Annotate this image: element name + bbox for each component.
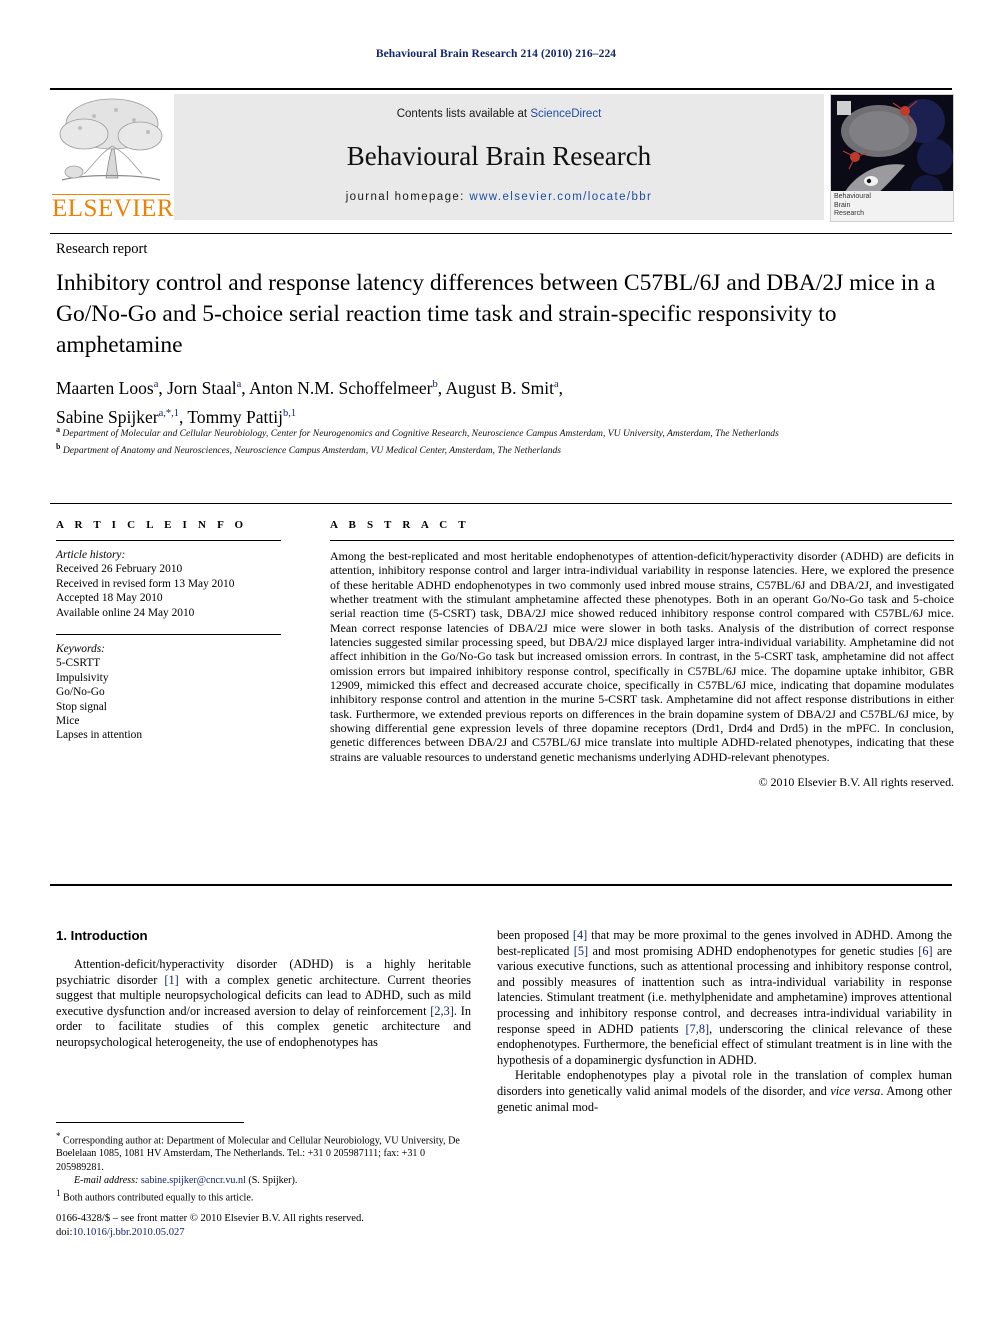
history-item: Received 26 February 2010 [56, 563, 183, 576]
abstract-rule [330, 540, 954, 541]
citation-ref-6[interactable]: [6] [918, 944, 932, 958]
page-title: Inhibitory control and response latency … [56, 270, 936, 358]
affil-mark: a [153, 379, 159, 390]
intro-paragraph-1-cont: been proposed [4] that may be more proxi… [497, 928, 952, 1068]
abstract-text: Among the best-replicated and most herit… [330, 549, 954, 764]
journal-cover-thumbnail: Behavioural Brain Research [830, 94, 954, 222]
cover-caption: Behavioural Brain Research [831, 191, 953, 221]
journal-masthead: ELSEVIER Contents lists available at Sci… [50, 88, 954, 222]
doi-value[interactable]: 10.1016/j.bbr.2010.05.027 [72, 1227, 184, 1238]
footnote-email: E-mail address: sabine.spijker@cncr.vu.n… [56, 1174, 474, 1187]
section-heading-introduction: 1. Introduction [56, 928, 148, 943]
contents-list-line: Contents lists available at ScienceDirec… [174, 108, 824, 120]
article-history: Article history: Received 26 February 20… [56, 548, 281, 620]
issn-line: 0166-4328/$ – see front matter © 2010 El… [56, 1213, 364, 1224]
keywords-list: Keywords: 5-CSRTT Impulsivity Go/No-Go S… [56, 642, 281, 743]
affiliations: a Department of Molecular and Cellular N… [56, 424, 936, 457]
affiliation-a-text: Department of Molecular and Cellular Neu… [62, 428, 779, 440]
article-info-heading: A R T I C L E I N F O [56, 519, 248, 531]
affiliation-a: a Department of Molecular and Cellular N… [56, 424, 936, 441]
body-column-right: been proposed [4] that may be more proxi… [497, 928, 952, 1115]
abstract-block-bottom-rule [50, 884, 952, 886]
footnote-corresponding: * Corresponding author at: Department of… [56, 1130, 474, 1174]
keyword-item: Stop signal [56, 700, 107, 713]
keyword-item: Lapses in attention [56, 729, 143, 742]
contents-list-prefix: Contents lists available at [396, 108, 531, 120]
intro-p1c-text-c: and most promising ADHD endophenotypes f… [588, 943, 919, 958]
intro-paragraph-1: Attention-deficit/hyperactivity disorder… [56, 957, 471, 1051]
sciencedirect-link[interactable]: ScienceDirect [530, 108, 601, 120]
abstract-heading: A B S T R A C T [330, 519, 470, 531]
article-type-label: Research report [56, 241, 148, 257]
keyword-item: Go/No-Go [56, 686, 105, 699]
article-info-column: A R T I C L E I N F O Article history: R… [56, 519, 281, 743]
affil-mark: a,*,1 [158, 407, 179, 419]
journal-article-page: Behavioural Brain Research 214 (2010) 21… [0, 0, 992, 1323]
abstract-copyright: © 2010 Elsevier B.V. All rights reserved… [758, 775, 954, 790]
author-list: Maarten Loosa, Jorn Staala, Anton N.M. S… [56, 377, 563, 427]
history-item: Received in revised form 13 May 2010 [56, 577, 235, 590]
keywords-label: Keywords: [56, 643, 105, 656]
affil-key-a: a [56, 425, 60, 434]
elsevier-logo: ELSEVIER [50, 94, 175, 222]
affil-key-b: b [56, 441, 61, 451]
head-divider [50, 233, 952, 234]
history-item: Accepted 18 May 2010 [56, 592, 163, 605]
cover-caption-line1: Behavioural [834, 193, 871, 200]
affil-mark: b [432, 379, 438, 390]
footnote-equal-contribution: 1 Both authors contributed equally to th… [56, 1187, 474, 1204]
cover-caption-line3: Research [834, 210, 864, 217]
affiliation-b: b Department of Anatomy and Neuroscience… [56, 441, 936, 458]
journal-homepage-url[interactable]: www.elsevier.com/locate/bbr [469, 191, 652, 203]
cover-caption-line2: Brain [834, 201, 851, 209]
journal-band: Contents lists available at ScienceDirec… [174, 94, 824, 220]
citation-ref-4[interactable]: [4] [573, 928, 587, 942]
affil-mark: a [553, 379, 559, 390]
footnotes: * Corresponding author at: Department of… [56, 1130, 474, 1204]
citation-ref-5[interactable]: [5] [574, 944, 588, 958]
affil-mark: a [236, 379, 242, 390]
citation-ref-1[interactable]: [1] [164, 973, 178, 987]
footnote-corresponding-text: Corresponding author at: Department of M… [56, 1135, 460, 1173]
article-history-label: Article history: [56, 549, 126, 561]
elsevier-tree-icon [54, 94, 168, 192]
email-address[interactable]: sabine.spijker@cncr.vu.nl [141, 1175, 246, 1186]
abstract-block-top-rule [50, 503, 952, 504]
email-label: E-mail address: [74, 1174, 139, 1186]
journal-title: Behavioural Brain Research [346, 141, 652, 171]
keyword-item: 5-CSRTT [56, 657, 101, 670]
article-info-rule [56, 540, 281, 541]
footnote-equal-text: Both authors contributed equally to this… [60, 1192, 254, 1204]
abstract-column: A B S T R A C T Among the best-replicate… [330, 519, 954, 790]
doi-label: doi: [56, 1227, 73, 1238]
history-item: Available online 24 May 2010 [56, 606, 195, 619]
affil-mark: b,1 [282, 407, 297, 419]
journal-homepage-label: journal homepage: [345, 191, 470, 203]
body-column-left: 1. Introduction Attention-deficit/hypera… [56, 928, 471, 1051]
footnote-divider [56, 1122, 244, 1123]
journal-homepage-line: journal homepage: www.elsevier.com/locat… [174, 191, 824, 203]
affiliation-b-text: Department of Anatomy and Neurosciences,… [62, 444, 562, 456]
elsevier-wordmark: ELSEVIER [52, 194, 175, 222]
citation-ref-7-8[interactable]: [7,8] [686, 1022, 710, 1036]
citation-ref-2-3[interactable]: [2,3] [430, 1004, 454, 1018]
keyword-item: Mice [56, 715, 80, 728]
intro-p1c-text-a: been proposed [497, 928, 573, 942]
imprint-block: 0166-4328/$ – see front matter © 2010 El… [56, 1212, 496, 1240]
running-head: Behavioural Brain Research 214 (2010) 21… [375, 48, 617, 60]
intro-p2-italic: vice versa [830, 1083, 881, 1098]
intro-paragraph-2: Heritable endophenotypes play a pivotal … [497, 1068, 952, 1115]
keyword-item: Impulsivity [56, 671, 109, 684]
email-owner: (S. Spijker). [245, 1174, 298, 1186]
keywords-rule [56, 634, 281, 636]
doi-line: doi:10.1016/j.bbr.2010.05.027 [56, 1226, 496, 1240]
